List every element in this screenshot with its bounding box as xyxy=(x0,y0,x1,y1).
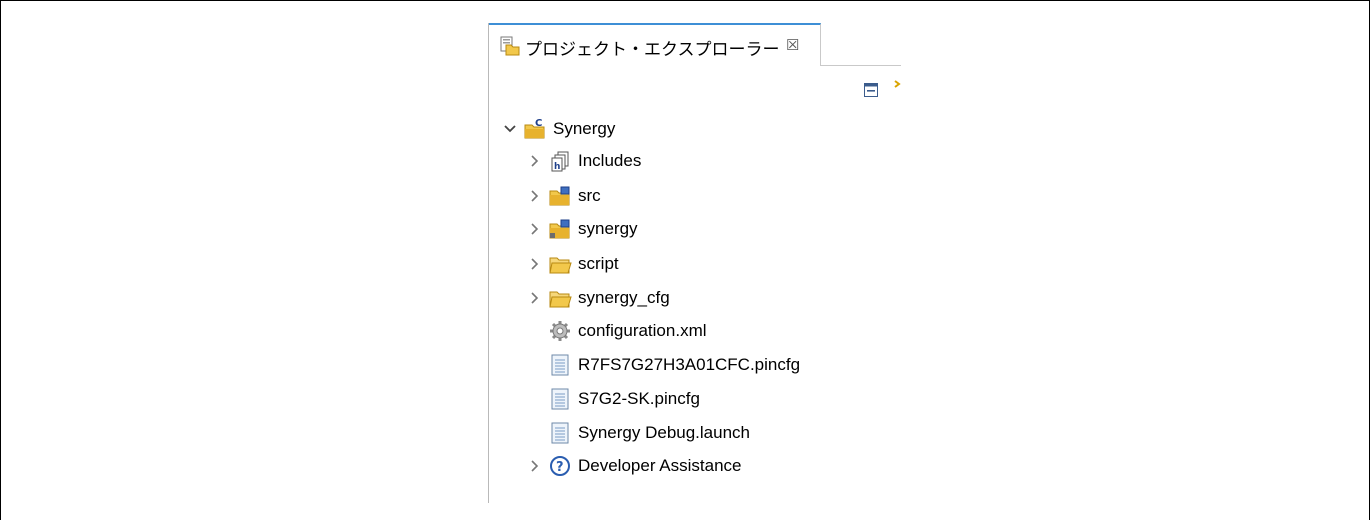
chevron-right-icon[interactable] xyxy=(528,154,542,168)
tree-item-r7fs-pincfg[interactable]: R7FS7G27H3A01CFC.pincfg xyxy=(548,350,800,380)
help-icon: ? xyxy=(548,454,572,478)
tree-item-synergy-debug-launch[interactable]: Synergy Debug.launch xyxy=(548,418,750,448)
file-icon xyxy=(548,353,572,377)
tree-item-label: R7FS7G27H3A01CFC.pincfg xyxy=(578,355,801,374)
tree-item-synergy[interactable]: C Synergy xyxy=(503,114,615,144)
chevron-right-icon[interactable] xyxy=(528,291,542,305)
panel-border xyxy=(488,23,489,503)
tree-item-label: script xyxy=(578,254,619,273)
tree-item-label: S7G2-SK.pincfg xyxy=(578,389,700,408)
tree-item-script[interactable]: script xyxy=(528,249,619,279)
chevron-right-icon[interactable] xyxy=(528,189,542,203)
tree-item-synergy-folder[interactable]: synergy xyxy=(528,214,638,244)
screenshot-frame: プロジェクト・エクスプローラー ☒ C Synergy h Includes s… xyxy=(0,0,1370,520)
tab-title: プロジェクト・エクスプローラー xyxy=(525,40,780,59)
collapse-all-icon[interactable] xyxy=(863,82,879,98)
folder-icon xyxy=(548,252,572,276)
tree-item-label: Developer Assistance xyxy=(578,456,742,475)
svg-text:C: C xyxy=(535,118,542,129)
toolbar-overflow-icon[interactable] xyxy=(893,79,901,93)
tree-item-configuration-xml[interactable]: configuration.xml xyxy=(548,316,707,346)
svg-text:?: ? xyxy=(556,460,564,475)
tab-project-explorer[interactable]: プロジェクト・エクスプローラー ☒ xyxy=(489,23,821,66)
folder-icon xyxy=(548,286,572,310)
tree-item-includes[interactable]: h Includes xyxy=(528,146,641,176)
chevron-right-icon[interactable] xyxy=(528,222,542,236)
c-project-icon: C xyxy=(523,117,547,141)
file-icon xyxy=(548,421,572,445)
project-explorer-icon xyxy=(499,35,521,57)
tree-item-developer-assistance[interactable]: ? Developer Assistance xyxy=(528,451,741,481)
tree-item-label: synergy_cfg xyxy=(578,288,670,307)
tree-item-label: Includes xyxy=(578,151,642,170)
tree-item-label: Synergy Debug.launch xyxy=(578,423,751,442)
svg-text:h: h xyxy=(554,162,560,172)
source-folder-icon xyxy=(548,184,572,208)
close-icon[interactable]: ☒ xyxy=(786,36,799,54)
tree-item-label: src xyxy=(578,186,601,205)
tab-strip-border xyxy=(821,65,901,66)
file-icon xyxy=(548,387,572,411)
tree-item-src[interactable]: src xyxy=(528,181,601,211)
tree-item-label: configuration.xml xyxy=(578,321,707,340)
tree-item-s7g2-sk-pincfg[interactable]: S7G2-SK.pincfg xyxy=(548,384,700,414)
gear-icon xyxy=(548,319,572,343)
tree-item-label: Synergy xyxy=(553,119,616,138)
includes-icon: h xyxy=(548,149,572,173)
chevron-down-icon[interactable] xyxy=(503,122,517,136)
tree-item-label: synergy xyxy=(578,219,638,238)
tree-item-synergy-cfg[interactable]: synergy_cfg xyxy=(528,283,670,313)
source-folder-icon xyxy=(548,217,572,241)
chevron-right-icon[interactable] xyxy=(528,459,542,473)
chevron-right-icon[interactable] xyxy=(528,257,542,271)
